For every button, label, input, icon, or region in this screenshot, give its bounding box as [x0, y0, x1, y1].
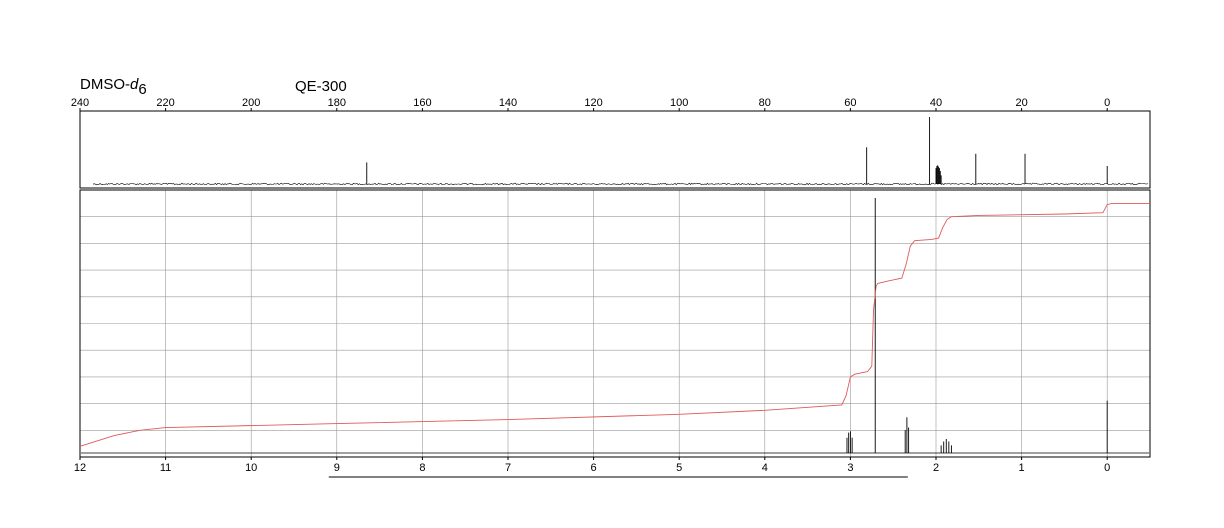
- c13-spectrum-panel: 240 220 200 180 160 140 120 100 80 60 40 20 0: [71, 97, 1151, 189]
- c13-tick-label-0: 0: [1104, 97, 1110, 109]
- c13-tick-label-60: 60: [844, 97, 856, 109]
- c13-tick-label-180: 180: [328, 97, 346, 109]
- h1-tick-label-7: 7: [505, 462, 511, 474]
- c13-tick-label-200: 200: [242, 97, 260, 109]
- h1-tick-label-9: 9: [334, 462, 340, 474]
- c13-tick-label-220: 220: [156, 97, 174, 109]
- h1-tick-label-8: 8: [419, 462, 425, 474]
- h1-tick-label-3: 3: [847, 462, 853, 474]
- c13-tick-label-80: 80: [759, 97, 771, 109]
- h1-tick-label-0: 0: [1104, 462, 1110, 474]
- h1-spectrum-panel: 12 11 10 9 8 7 6 5 4 3 2 1 0: [74, 189, 1151, 478]
- c13-tick-label-160: 160: [413, 97, 431, 109]
- h1-tick-label-1: 1: [1019, 462, 1025, 474]
- c13-frame: [79, 110, 1151, 189]
- c13-tick-label-20: 20: [1015, 97, 1027, 109]
- c13-tick-label-240: 240: [71, 97, 89, 109]
- c13-baseline-trace: [92, 182, 1148, 186]
- h1-tick-label-10: 10: [245, 462, 257, 474]
- h1-tick-label-6: 6: [591, 462, 597, 474]
- nmr-figure: 240 220 200 180 160 140 120 100 80 60 40 20 0 12 11 10…: [71, 97, 1151, 478]
- h1-tick-label-2: 2: [933, 462, 939, 474]
- h1-tick-label-4: 4: [762, 462, 768, 474]
- c13-tick-label-140: 140: [499, 97, 517, 109]
- c13-tick-label-120: 120: [584, 97, 602, 109]
- c13-tick-label-40: 40: [930, 97, 942, 109]
- h1-integral-curve: [79, 202, 1150, 447]
- h1-tick-label-5: 5: [676, 462, 682, 474]
- h1-tick-label-11: 11: [160, 462, 171, 474]
- c13-tick-label-100: 100: [670, 97, 688, 109]
- h1-tick-label-12: 12: [74, 462, 86, 474]
